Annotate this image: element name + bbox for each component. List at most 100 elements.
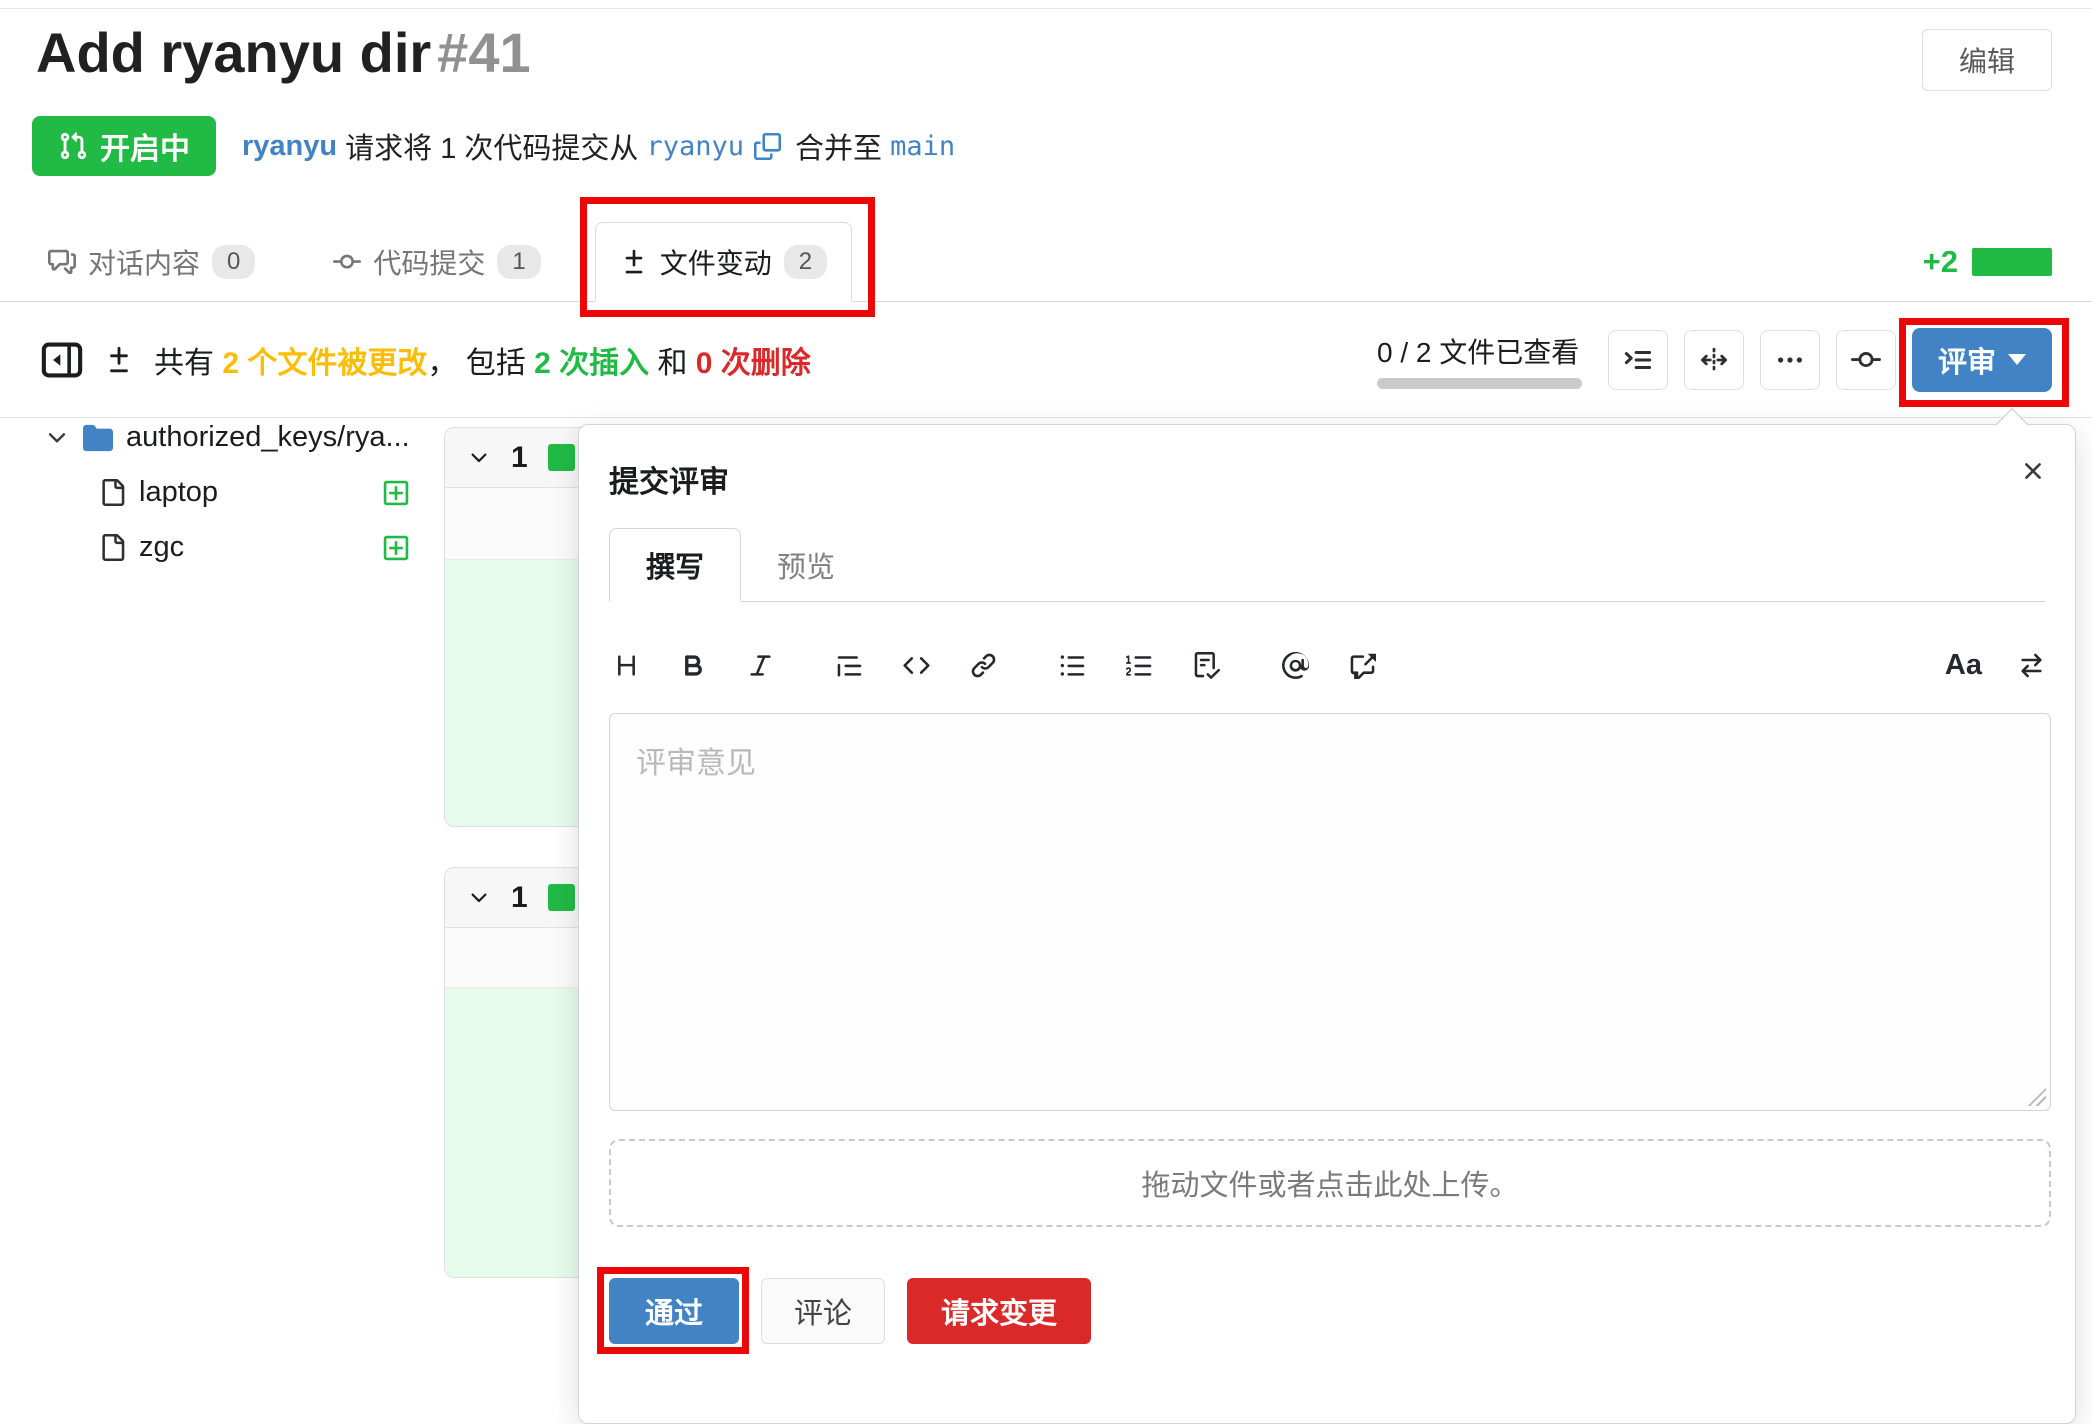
expand-diff-icon [1699, 345, 1729, 375]
editor-toolbar: Aa [613, 637, 2045, 693]
pr-meta-row: 开启中 ryanyu 请求将 1 次代码提交从 ryanyu 合并至 main [32, 116, 955, 176]
sidebar-collapse-icon[interactable] [40, 338, 84, 382]
arrow-switch-icon[interactable] [2018, 652, 2045, 679]
upload-hint-text: 拖动文件或者点击此处上传。 [1141, 1162, 1518, 1204]
approve-button-label: 通过 [645, 1290, 703, 1332]
diff-stats: 共有 2 个文件被更改， 包括 2 次插入 和 0 次删除 [40, 338, 811, 382]
edit-button-label: 编辑 [1959, 40, 2015, 80]
folder-icon [83, 423, 113, 453]
git-commit-icon [1851, 345, 1881, 375]
diff-toolbar: 0 / 2 文件已查看 评审 [1377, 328, 2052, 392]
commit-button[interactable] [1836, 330, 1896, 390]
dialog-buttons: 通过 评论 请求变更 [609, 1278, 1091, 1344]
tree-file-row[interactable]: laptop [44, 465, 410, 520]
tab-conversation-count: 0 [212, 245, 255, 279]
stats-and: 和 [657, 347, 687, 380]
kebab-icon [1775, 345, 1805, 375]
tab-conversation[interactable]: 对话内容 0 [24, 222, 279, 301]
bold-icon[interactable] [680, 652, 707, 679]
tree-file-label: zgc [139, 531, 184, 564]
review-button-label: 评审 [1938, 339, 1996, 381]
stats-deletions: 0 次删除 [696, 347, 811, 380]
git-pull-request-icon [58, 131, 88, 161]
link-icon[interactable] [970, 652, 997, 679]
author-link[interactable]: ryanyu [242, 130, 337, 163]
target-branch-link[interactable]: main [890, 131, 955, 162]
tab-write-label: 撰写 [646, 544, 704, 586]
submit-review-dialog: 提交评审 撰写 预览 Aa 拖动文件或者点击此处上传。 通过 [578, 424, 2076, 1424]
diff-added-bar [548, 884, 575, 911]
tab-preview-label: 预览 [777, 544, 835, 586]
files-viewed-label: 0 / 2 文件已查看 [1377, 331, 1582, 371]
chevron-down-icon[interactable] [467, 446, 491, 470]
review-comment-field-wrap [609, 713, 2051, 1111]
review-button[interactable]: 评审 [1912, 328, 2052, 392]
text-size-button[interactable]: Aa [1945, 649, 1982, 682]
edit-button[interactable]: 编辑 [1922, 29, 2052, 91]
more-options-button[interactable] [1760, 330, 1820, 390]
chevron-down-icon[interactable] [467, 886, 491, 910]
diff-added-icon[interactable] [382, 479, 410, 507]
tree-file-label: laptop [139, 476, 218, 509]
stats-files-changed: 2 个文件被更改 [222, 347, 427, 380]
diff-icon [620, 248, 648, 276]
stats-text: 共有 2 个文件被更改， 包括 2 次插入 和 0 次删除 [154, 338, 811, 382]
tab-preview[interactable]: 预览 [741, 528, 871, 601]
quote-icon[interactable] [836, 652, 863, 679]
files-viewed-progressbar [1377, 378, 1582, 389]
dialog-title: 提交评审 [609, 457, 729, 501]
comment-button[interactable]: 评论 [761, 1278, 885, 1344]
tab-conversation-label: 对话内容 [88, 242, 200, 282]
tab-commits-label: 代码提交 [373, 242, 485, 282]
status-badge-label: 开启中 [100, 124, 190, 168]
file-icon [99, 479, 126, 506]
tab-files-changed[interactable]: 文件变动 2 [595, 222, 852, 302]
tree-file-row[interactable]: zgc [44, 520, 410, 575]
chevron-down-icon[interactable] [44, 425, 70, 451]
tab-commits[interactable]: 代码提交 1 [309, 222, 564, 301]
tree-folder-row[interactable]: authorized_keys/rya... [44, 410, 410, 465]
expand-diff-button[interactable] [1684, 330, 1744, 390]
italic-icon[interactable] [747, 652, 774, 679]
diff-icon [104, 345, 134, 375]
diff-lines-count: 1 [511, 881, 528, 915]
stats-comma: ， [427, 347, 457, 380]
source-branch-link[interactable]: ryanyu [646, 131, 744, 162]
diff-lines-count: 1 [511, 441, 528, 475]
resize-handle[interactable] [2024, 1084, 2046, 1106]
file-icon [99, 534, 126, 561]
cross-reference-icon[interactable] [1349, 652, 1376, 679]
top-divider [0, 8, 2092, 9]
meta-request-text: 请求将 1 次代码提交从 [337, 125, 646, 167]
approve-button[interactable]: 通过 [609, 1278, 739, 1344]
git-commit-icon [333, 248, 361, 276]
tab-files-label: 文件变动 [660, 242, 772, 282]
tab-commits-count: 1 [497, 245, 540, 279]
page-title: Add ryanyu dir#41 [36, 20, 531, 86]
comment-button-label: 评论 [794, 1290, 852, 1332]
pr-title-text: Add ryanyu dir [36, 21, 431, 84]
heading-icon[interactable] [613, 652, 640, 679]
list-ordered-icon[interactable] [1126, 652, 1153, 679]
code-icon[interactable] [903, 652, 930, 679]
copy-branch-icon[interactable] [754, 133, 781, 160]
caret-down-icon [2008, 354, 2026, 365]
files-viewed: 0 / 2 文件已查看 [1377, 331, 1582, 389]
tab-write[interactable]: 撰写 [609, 528, 741, 602]
request-changes-button[interactable]: 请求变更 [907, 1278, 1091, 1344]
stats-including: 包括 [466, 347, 526, 380]
tasklist-icon[interactable] [1193, 652, 1220, 679]
request-changes-button-label: 请求变更 [941, 1290, 1057, 1332]
pr-tabs: 对话内容 0 代码提交 1 文件变动 2 +2 [0, 222, 2092, 302]
file-tree-toggle-icon [1623, 345, 1653, 375]
diff-added-icon[interactable] [382, 534, 410, 562]
tab-files-count: 2 [784, 245, 827, 279]
diffstat: +2 [1923, 222, 2052, 302]
close-icon[interactable] [2019, 457, 2047, 485]
review-comment-input[interactable] [609, 713, 2051, 1111]
diff-stats-row: 共有 2 个文件被更改， 包括 2 次插入 和 0 次删除 0 / 2 文件已查… [40, 302, 2052, 417]
file-upload-dropzone[interactable]: 拖动文件或者点击此处上传。 [609, 1139, 2051, 1227]
list-unordered-icon[interactable] [1059, 652, 1086, 679]
mention-icon[interactable] [1282, 652, 1309, 679]
file-tree-toggle-button[interactable] [1608, 330, 1668, 390]
